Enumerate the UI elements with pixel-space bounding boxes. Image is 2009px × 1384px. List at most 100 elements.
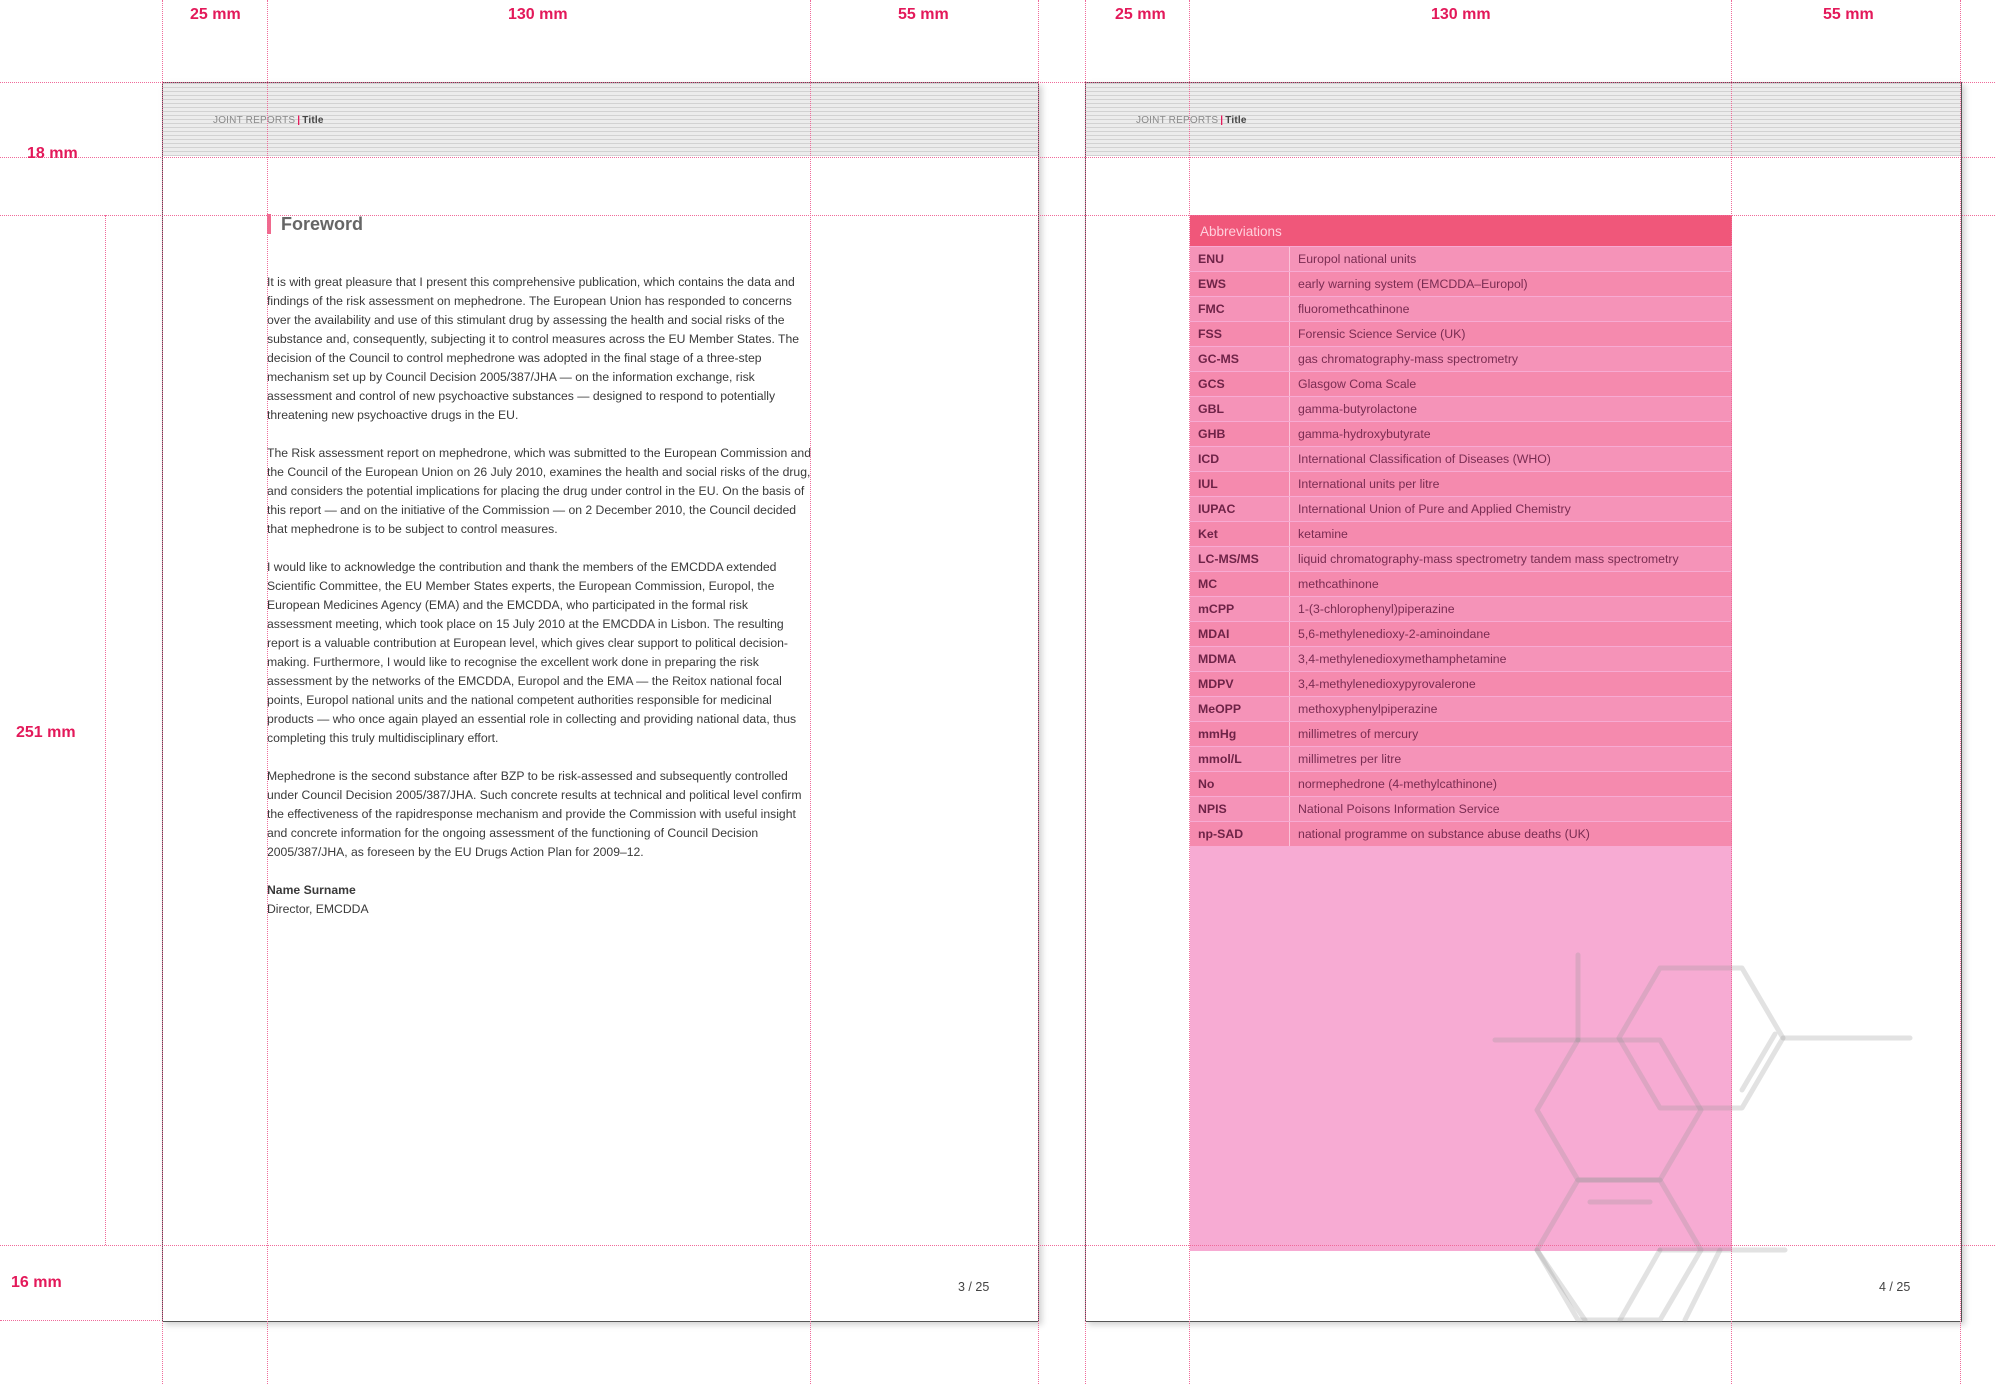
dimension-label: 25 mm (1115, 6, 1166, 23)
abbreviation-row: MDAI 5,6-methylenedioxy-2-aminoindane (1190, 622, 1732, 646)
abbreviation-code: Ket (1190, 522, 1290, 546)
molecule-decoration-icon (1492, 952, 1913, 1323)
guide-line (1038, 0, 1039, 1384)
abbreviation-row: GHB gamma-hydroxybutyrate (1190, 422, 1732, 446)
abbreviation-description: 1-(3-chlorophenyl)piperazine (1298, 602, 1455, 616)
running-head-title: Title (302, 115, 324, 126)
abbreviation-row: ICD International Classification of Disea… (1190, 447, 1732, 471)
abbreviation-description: methcathinone (1298, 577, 1379, 591)
abbreviation-row: mCPP 1-(3-chlorophenyl)piperazine (1190, 597, 1732, 621)
running-head-divider: | (1220, 115, 1224, 126)
dimension-label: 55 mm (898, 6, 949, 23)
abbreviation-row: mmHg millimetres of mercury (1190, 722, 1732, 746)
guide-line (0, 215, 1995, 216)
abbreviation-description: ketamine (1298, 527, 1348, 541)
guide-line (1085, 0, 1086, 1384)
abbreviation-row: LC-MS/MS liquid chromatography-mass spect… (1190, 547, 1732, 571)
abbreviation-row: mmol/L millimetres per litre (1190, 747, 1732, 771)
abbreviation-code: GHB (1190, 422, 1290, 446)
running-head-section: JOINT REPORTS (1136, 115, 1219, 126)
guide-line (0, 1320, 160, 1321)
dimension-label: 25 mm (190, 6, 241, 23)
abbreviation-description: International units per litre (1298, 477, 1440, 491)
abbreviation-row: EWS early warning system (EMCDDA–Europol) (1190, 272, 1732, 296)
abbreviation-code: GCS (1190, 372, 1290, 396)
paragraph: I would like to acknowledge the contribu… (267, 560, 797, 745)
abbreviation-row: MC methcathinone (1190, 572, 1732, 596)
guide-line (0, 82, 1995, 83)
abbreviation-description: millimetres per litre (1298, 752, 1402, 766)
abbreviation-row: NPIS National Poisons Information Service (1190, 797, 1732, 821)
guide-line (0, 157, 1995, 158)
abbreviation-code: mmHg (1190, 722, 1290, 746)
abbreviation-description: International Classification of Diseases… (1298, 452, 1551, 466)
abbreviation-description: methoxyphenylpiperazine (1298, 702, 1438, 716)
guide-line (267, 0, 268, 1384)
running-head-title: Title (1225, 115, 1247, 126)
dimension-label: 251 mm (16, 724, 76, 741)
foreword-body: It is with great pleasure that I present… (267, 273, 812, 919)
abbreviation-code: ICD (1190, 447, 1290, 471)
guide-line (0, 1245, 1995, 1246)
paragraph: The Risk assessment report on mephedrone… (267, 446, 811, 536)
abbreviation-description: gamma-butyrolactone (1298, 402, 1417, 416)
dimension-label: 16 mm (11, 1274, 62, 1291)
abbreviation-code: MDAI (1190, 622, 1290, 646)
abbreviation-code: GC-MS (1190, 347, 1290, 371)
running-head: JOINT REPORTS | Title (1136, 115, 1247, 126)
running-head-section: JOINT REPORTS (213, 115, 296, 126)
abbreviation-code: GBL (1190, 397, 1290, 421)
abbreviation-description: 3,4-methylenedioxypyrovalerone (1298, 677, 1476, 691)
abbreviation-row: IUL International units per litre (1190, 472, 1732, 496)
abbreviation-row: GBL gamma-butyrolactone (1190, 397, 1732, 421)
abbreviation-row: MDMA 3,4-methylenedioxymethamphetamine (1190, 647, 1732, 671)
running-head: JOINT REPORTS | Title (213, 115, 324, 126)
abbreviation-description: 3,4-methylenedioxymethamphetamine (1298, 652, 1507, 666)
abbreviation-row: No normephedrone (4-methylcathinone) (1190, 772, 1732, 796)
signature-role: Director, EMCDDA (267, 902, 369, 916)
abbreviation-row: MeOPP methoxyphenylpiperazine (1190, 697, 1732, 721)
abbreviation-description: Forensic Science Service (UK) (1298, 327, 1466, 341)
abbreviation-row: Ket ketamine (1190, 522, 1732, 546)
abbreviation-description: Europol national units (1298, 252, 1417, 266)
abbreviation-description: Glasgow Coma Scale (1298, 377, 1417, 391)
abbreviation-code: np-SAD (1190, 822, 1290, 846)
page-header: JOINT REPORTS | Title (163, 83, 1038, 156)
abbreviation-description: fluoromethcathinone (1298, 302, 1410, 316)
abbreviation-code: MDMA (1190, 647, 1290, 671)
abbreviation-row: IUPAC International Union of Pure and App… (1190, 497, 1732, 521)
abbreviation-description: National Poisons Information Service (1298, 802, 1500, 816)
paragraph: Mephedrone is the second substance after… (267, 769, 802, 859)
page-header: JOINT REPORTS | Title (1086, 83, 1961, 156)
abbreviation-description: millimetres of mercury (1298, 727, 1419, 741)
guide-line (1189, 0, 1190, 1384)
abbreviation-code: FSS (1190, 322, 1290, 346)
abbreviation-code: No (1190, 772, 1290, 796)
abbreviation-code: MeOPP (1190, 697, 1290, 721)
abbreviation-description: early warning system (EMCDDA–Europol) (1298, 277, 1528, 291)
dimension-label: 55 mm (1823, 6, 1874, 23)
abbreviation-description: gas chromatography-mass spectrometry (1298, 352, 1519, 366)
abbreviation-code: ENU (1190, 247, 1290, 271)
signature: Name Surname Director, EMCDDA (267, 881, 812, 919)
page-number: 3 / 25 (958, 1280, 990, 1294)
paragraph: It is with great pleasure that I present… (267, 275, 800, 422)
guide-line (810, 0, 811, 1384)
abbreviation-description: liquid chromatography-mass spectrometry … (1298, 552, 1679, 566)
abbreviation-code: FMC (1190, 297, 1290, 321)
abbreviation-code: NPIS (1190, 797, 1290, 821)
abbreviation-row: MDPV 3,4-methylenedioxypyrovalerone (1190, 672, 1732, 696)
abbreviation-description: gamma-hydroxybutyrate (1298, 427, 1431, 441)
guide-line (162, 0, 163, 1384)
abbreviation-row: GCS Glasgow Coma Scale (1190, 372, 1732, 396)
abbreviation-row: ENU Europol national units (1190, 247, 1732, 271)
foreword-heading: Foreword (267, 214, 363, 234)
abbreviation-code: MDPV (1190, 672, 1290, 696)
dimension-label: 130 mm (1431, 6, 1491, 23)
left-page: JOINT REPORTS | Title Foreword It is with … (162, 82, 1039, 1322)
abbreviation-code: IUPAC (1190, 497, 1290, 521)
abbreviation-code: mCPP (1190, 597, 1290, 621)
abbreviation-description: normephedrone (4-methylcathinone) (1298, 777, 1497, 791)
abbreviation-code: LC-MS/MS (1190, 547, 1290, 571)
guide-line (1731, 0, 1732, 1384)
